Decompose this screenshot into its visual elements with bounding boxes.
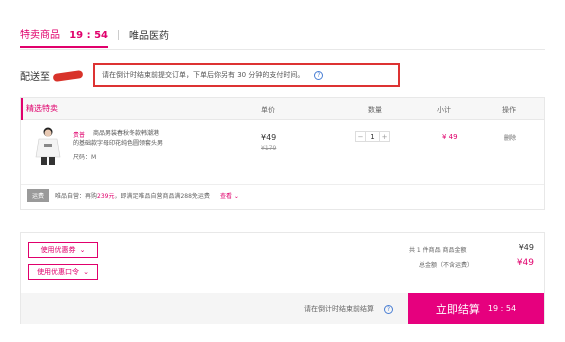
header-subtotal: 小计: [437, 106, 451, 114]
increase-button[interactable]: +: [379, 131, 390, 142]
redacted-address: [52, 69, 84, 82]
freight-amount: 239元: [97, 193, 115, 200]
order-notice: 请在倒计时结束前提交订单，下单后你另有 30 分钟的支付时间。 ?: [93, 63, 400, 87]
freight-suffix: ，即满足唯品自营商品满288免运费: [114, 193, 210, 200]
summary-total-amount: ¥49: [516, 258, 534, 268]
freight-row: 运费 唯品自营：再购 239元 ，即满足唯品自营商品满288免运费 查看 ⌄: [21, 184, 544, 206]
notice-text: 请在倒计时结束前提交订单，下单后你另有 30 分钟的支付时间。: [102, 71, 305, 79]
freight-more-label: 查看: [219, 193, 232, 200]
product-title-line1[interactable]: 商品男装春秋冬款韩潮港: [93, 130, 193, 138]
tab-pharmacy-label: 唯品医药: [128, 31, 169, 42]
tab-underline: [20, 49, 545, 50]
summary-total-label: 总金额（不含运费）: [419, 262, 474, 269]
summary-count: 共 1 件商品 商品金额: [409, 247, 467, 254]
quantity-stepper: − 1 +: [355, 131, 390, 142]
tab-special-sale[interactable]: 特卖商品 19 : 54: [20, 26, 108, 48]
tab-countdown: 19 : 54: [69, 30, 108, 41]
shipping-label: 配送至: [20, 72, 50, 83]
original-price: ¥179: [261, 145, 277, 152]
product-size: 尺码：M: [73, 154, 97, 161]
product-title-line2[interactable]: 的基础款字母印花纯色圆领套头男: [73, 138, 213, 147]
help-icon[interactable]: ?: [384, 304, 393, 314]
cart-item: 贵普 商品男装春秋冬款韩潮港 的基础款字母印花纯色圆领套头男 尺码：M ¥49 …: [21, 120, 544, 182]
decrease-button[interactable]: −: [355, 131, 366, 142]
delete-link[interactable]: 删除: [504, 133, 516, 142]
use-coupon-label: 使用优惠券: [40, 246, 76, 254]
cart-header: 精选特卖 单价 数量 小计 操作: [21, 98, 544, 120]
tab-pharmacy[interactable]: 唯品医药: [129, 27, 169, 47]
tab-divider: [117, 29, 119, 40]
quantity-value[interactable]: 1: [366, 131, 379, 142]
section-title: 精选特卖: [26, 104, 58, 113]
product-thumbnail[interactable]: [33, 125, 63, 165]
checkout-button-label: 立即结算: [435, 302, 480, 316]
header-quantity: 数量: [368, 106, 382, 114]
checkout-panel: 使用优惠券 ⌄ 使用优惠口令 ⌄ 共 1 件商品 商品金额 ¥49 总金额（不含…: [20, 232, 545, 324]
header-action: 操作: [502, 106, 516, 114]
freight-more-link[interactable]: 查看 ⌄: [220, 191, 239, 200]
checkout-hint-text: 请在倒计时结束前结算: [304, 305, 374, 313]
freight-prefix: 唯品自营：再购: [55, 193, 98, 200]
chevron-down-icon: ⌄: [83, 268, 89, 276]
tab-bar: 特卖商品 19 : 54 唯品医药: [20, 26, 169, 48]
checkout-button[interactable]: 立即结算 19 : 54: [408, 293, 544, 324]
checkout-countdown: 19 : 54: [487, 304, 517, 313]
section-marker: [21, 98, 23, 120]
help-icon[interactable]: ?: [314, 70, 324, 80]
shipping-address[interactable]: 配送至: [20, 68, 84, 83]
unit-price: ¥49: [261, 133, 277, 142]
freight-badge: 运费: [27, 189, 50, 202]
use-code-button[interactable]: 使用优惠口令 ⌄: [28, 264, 98, 280]
cart-table: 精选特卖 单价 数量 小计 操作 贵普 商品男装春秋冬款韩潮港 的基础款字母印花…: [20, 97, 545, 210]
checkout-bar: 请在倒计时结束前结算 ? 立即结算 19 : 54: [21, 293, 544, 324]
summary-goods-amount: ¥49: [518, 243, 534, 252]
checkout-hint: 请在倒计时结束前结算 ?: [304, 304, 393, 314]
tab-special-sale-label: 特卖商品: [20, 30, 60, 41]
item-subtotal: ¥ 49: [442, 133, 458, 141]
header-unit-price: 单价: [261, 106, 275, 114]
use-coupon-button[interactable]: 使用优惠券 ⌄: [28, 242, 98, 258]
chevron-down-icon: ⌄: [79, 246, 86, 254]
chevron-down-icon: ⌄: [233, 193, 239, 200]
use-code-label: 使用优惠口令: [37, 268, 80, 276]
